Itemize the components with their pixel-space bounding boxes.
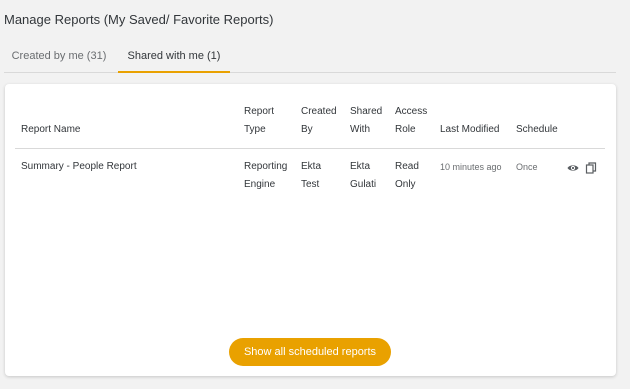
cell-shared-with-line1: Ekta	[350, 161, 371, 172]
header-report-name: Report Name	[21, 124, 81, 135]
header-access-role-line2: Role	[395, 124, 416, 135]
row-actions	[567, 161, 597, 174]
cell-schedule: Once	[516, 162, 538, 172]
cell-shared-with: Ekta Gulati	[350, 158, 376, 194]
header-created-by: Created By	[301, 103, 337, 139]
page-title: Manage Reports (My Saved/ Favorite Repor…	[4, 12, 274, 27]
header-access-role: Access Role	[395, 103, 427, 139]
cell-created-by: Ekta Test	[301, 158, 321, 194]
header-access-role-line1: Access	[395, 106, 428, 117]
header-divider	[15, 148, 605, 149]
reports-card: Report Name Report Type Created By Share…	[5, 84, 616, 376]
cell-shared-with-line2: Gulati	[350, 179, 377, 190]
eye-icon[interactable]	[567, 161, 579, 173]
header-last-modified: Last Modified	[440, 124, 500, 135]
cell-created-by-line2: Test	[301, 179, 320, 190]
header-shared-with-line1: Shared	[350, 106, 383, 117]
cell-access-role: Read Only	[395, 158, 419, 194]
copy-icon[interactable]	[585, 161, 597, 174]
cell-report-type: Reporting Engine	[244, 158, 287, 194]
header-schedule: Schedule	[516, 124, 558, 135]
header-shared-with-line2: With	[350, 124, 370, 135]
tab-bar: Created by me (31) Shared with me (1)	[4, 40, 616, 73]
cell-report-type-line1: Reporting	[244, 161, 288, 172]
header-report-type: Report Type	[244, 103, 274, 139]
cell-created-by-line1: Ekta	[301, 161, 322, 172]
header-report-type-line1: Report	[244, 106, 275, 117]
cell-last-modified: 10 minutes ago	[440, 162, 502, 172]
cell-report-name[interactable]: Summary - People Report	[21, 158, 137, 176]
tab-shared-with-me[interactable]: Shared with me (1)	[118, 40, 230, 73]
header-created-by-line2: By	[301, 124, 313, 135]
cell-access-role-line1: Read	[395, 161, 419, 172]
header-report-type-line2: Type	[244, 124, 266, 135]
header-shared-with: Shared With	[350, 103, 382, 139]
cell-access-role-line2: Only	[395, 179, 416, 190]
header-created-by-line1: Created	[301, 106, 337, 117]
show-scheduled-reports-button[interactable]: Show all scheduled reports	[229, 338, 391, 366]
cell-report-type-line2: Engine	[244, 179, 276, 190]
tab-created-by-me[interactable]: Created by me (31)	[4, 40, 114, 71]
